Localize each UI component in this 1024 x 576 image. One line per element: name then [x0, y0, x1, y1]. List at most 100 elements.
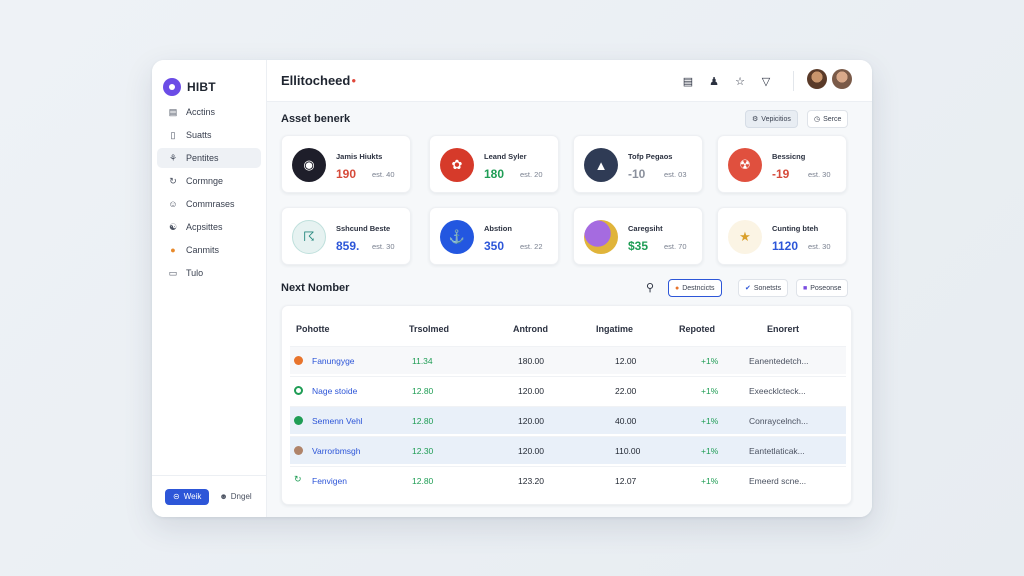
asset-card[interactable]: Caregsiht $35 est. 70	[573, 207, 703, 265]
asset-name: Sshcund Beste	[336, 224, 391, 233]
column-header[interactable]: Trsolmed	[409, 324, 449, 334]
brand[interactable]: HIBT	[152, 60, 266, 102]
cell: 12.80	[412, 416, 434, 426]
secondary-button[interactable]: ☻ Dngel	[219, 492, 251, 501]
asset-value: -10	[628, 167, 646, 181]
asset-value: 350	[484, 239, 505, 253]
filter-chip-label: Sonetsts	[753, 284, 782, 292]
brand-name: HIBT	[187, 80, 216, 94]
asset-logo-icon: ☈	[292, 220, 326, 254]
app-window: HIBT ▤ Acctins ▯ Suatts ⚘ Pentites ↻ Cor…	[152, 60, 872, 517]
asset-value: 180	[484, 167, 505, 181]
cell: 110.00	[615, 446, 641, 456]
asset-logo-icon: ◉	[292, 148, 326, 182]
data-table: Pohotte Trsolmed Antrond Ingatime Repote…	[281, 305, 852, 505]
asset-name: Cunting bteh	[772, 224, 819, 233]
cell: +1%	[701, 386, 719, 396]
sidebar-item-3[interactable]: ↻ Cormnge	[157, 171, 261, 191]
asset-search-label: Serce	[823, 115, 842, 123]
brand-logo-icon	[163, 78, 181, 96]
asset-card[interactable]: ☢ Bessicng -19 est. 30	[717, 135, 847, 193]
primary-button[interactable]: ⊝ Weik	[165, 488, 210, 505]
row-name[interactable]: Semenn Vehl	[312, 416, 363, 426]
filter-chip-1[interactable]: ✔ Sonetsts	[738, 279, 789, 297]
column-header[interactable]: Ingatime	[596, 324, 633, 334]
table-row[interactable]: Semenn Vehl 12.80 120.00 40.00 +1% Conra…	[290, 406, 846, 434]
table-row[interactable]: Fanungyge 11.34 180.00 12.00 +1% Eanente…	[290, 346, 846, 374]
asset-logo-icon: ⚓	[440, 220, 474, 254]
inbox-icon[interactable]: ▤	[682, 75, 694, 88]
asset-filter-button[interactable]: ⚙ Vepicitios	[745, 110, 798, 128]
cell: 12.00	[615, 356, 637, 366]
user-icon[interactable]: ♟	[708, 75, 720, 88]
cell: Conraycelnch...	[749, 416, 809, 426]
cell: Eantetlaticak...	[749, 446, 805, 456]
sidebar-item-2[interactable]: ⚘ Pentites	[157, 148, 261, 168]
asset-search-button[interactable]: ◷ Serce	[807, 110, 849, 128]
asset-logo-icon: ✿	[440, 148, 474, 182]
cell: +1%	[701, 416, 719, 426]
cell: 12.30	[412, 446, 434, 456]
sliders-icon: ⚙	[752, 116, 759, 123]
sidebar-item-4[interactable]: ☺ Commrases	[157, 194, 261, 214]
asset-card[interactable]: ▲ Tofp Pegaos -10 est. 03	[573, 135, 703, 193]
asset-name: Abstion	[484, 224, 512, 233]
wallet-icon: ▤	[168, 106, 178, 117]
asset-card[interactable]: ☈ Sshcund Beste 859. est. 30	[281, 207, 411, 265]
table-row[interactable]: Nage stoide 12.80 120.00 22.00 +1% Exeec…	[290, 376, 846, 404]
main-content: Ellitocheed● ▤ ♟ ☆ ▽ Asset benerk ⚙ Vepi…	[267, 60, 872, 517]
column-header[interactable]: Enorert	[767, 324, 799, 334]
sidebar-item-label: Acpsittes	[186, 222, 223, 232]
avatar[interactable]	[807, 69, 827, 89]
asset-dot-icon	[294, 416, 303, 425]
column-header[interactable]: Antrond	[513, 324, 548, 334]
cell: 12.80	[412, 476, 434, 486]
search-icon[interactable]: ⚲	[646, 281, 654, 294]
table-section-title: Next Nomber	[281, 282, 350, 294]
filter-chip-0[interactable]: ● Destncicts	[668, 279, 722, 297]
sidebar-item-label: Commrases	[186, 199, 235, 209]
filter-chip-2[interactable]: ■ Poseonse	[796, 279, 849, 297]
asset-card[interactable]: ◉ Jamis Hiukts 190 est. 40	[281, 135, 411, 193]
table-row[interactable]: ↻ Fenvigen 12.80 123.20 12.07 +1% Emeerd…	[290, 466, 846, 494]
cell: +1%	[701, 476, 719, 486]
sidebar-item-6[interactable]: ● Canmits	[157, 240, 261, 260]
asset-value: 190	[336, 167, 357, 181]
avatar-group	[807, 69, 852, 89]
asset-logo-icon: ▲	[584, 148, 618, 182]
asset-card[interactable]: ⚓ Abstion 350 est. 22	[429, 207, 559, 265]
row-name[interactable]: Fanungyge	[312, 356, 355, 366]
row-name[interactable]: Fenvigen	[312, 476, 347, 486]
user-icon: ☺	[168, 199, 178, 209]
refresh-icon: ↻	[294, 474, 302, 484]
row-name[interactable]: Nage stoide	[312, 386, 357, 396]
top-bar: Ellitocheed● ▤ ♟ ☆ ▽	[267, 60, 872, 102]
filter-chip-label: Poseonse	[810, 284, 842, 292]
cell: 120.00	[518, 446, 544, 456]
asset-name: Jamis Hiukts	[336, 152, 383, 161]
sidebar-item-7[interactable]: ▭ Tulo	[157, 263, 261, 283]
sidebar-item-5[interactable]: ☯ Acpsittes	[157, 217, 261, 237]
row-name[interactable]: Varrorbmsgh	[312, 446, 361, 456]
asset-card[interactable]: ★ Cunting bteh 1120 est. 30	[717, 207, 847, 265]
sidebar-item-0[interactable]: ▤ Acctins	[157, 102, 261, 122]
sidebar-item-1[interactable]: ▯ Suatts	[157, 125, 261, 145]
cell: 11.34	[412, 356, 433, 366]
asset-sub: est. 40	[372, 170, 395, 179]
star-icon[interactable]: ☆	[734, 75, 746, 88]
column-header[interactable]: Repoted	[679, 324, 715, 334]
asset-value: 859.	[336, 239, 360, 253]
asset-card[interactable]: ✿ Leand Syler 180 est. 20	[429, 135, 559, 193]
asset-value: $35	[628, 239, 649, 253]
terminal-icon: ▭	[168, 267, 178, 278]
asset-dot-icon	[294, 446, 303, 455]
avatar[interactable]	[832, 69, 852, 89]
cell: 12.80	[412, 386, 434, 396]
coin-icon: ●	[170, 245, 176, 255]
table-row[interactable]: Varrorbmsgh 12.30 120.00 110.00 +1% Eant…	[290, 436, 846, 464]
asset-name: Leand Syler	[484, 152, 527, 161]
sidebar-item-label: Suatts	[186, 130, 212, 140]
column-header[interactable]: Pohotte	[296, 324, 330, 334]
filter-chip-label: Destncicts	[682, 284, 715, 292]
filter-icon[interactable]: ▽	[760, 75, 772, 88]
